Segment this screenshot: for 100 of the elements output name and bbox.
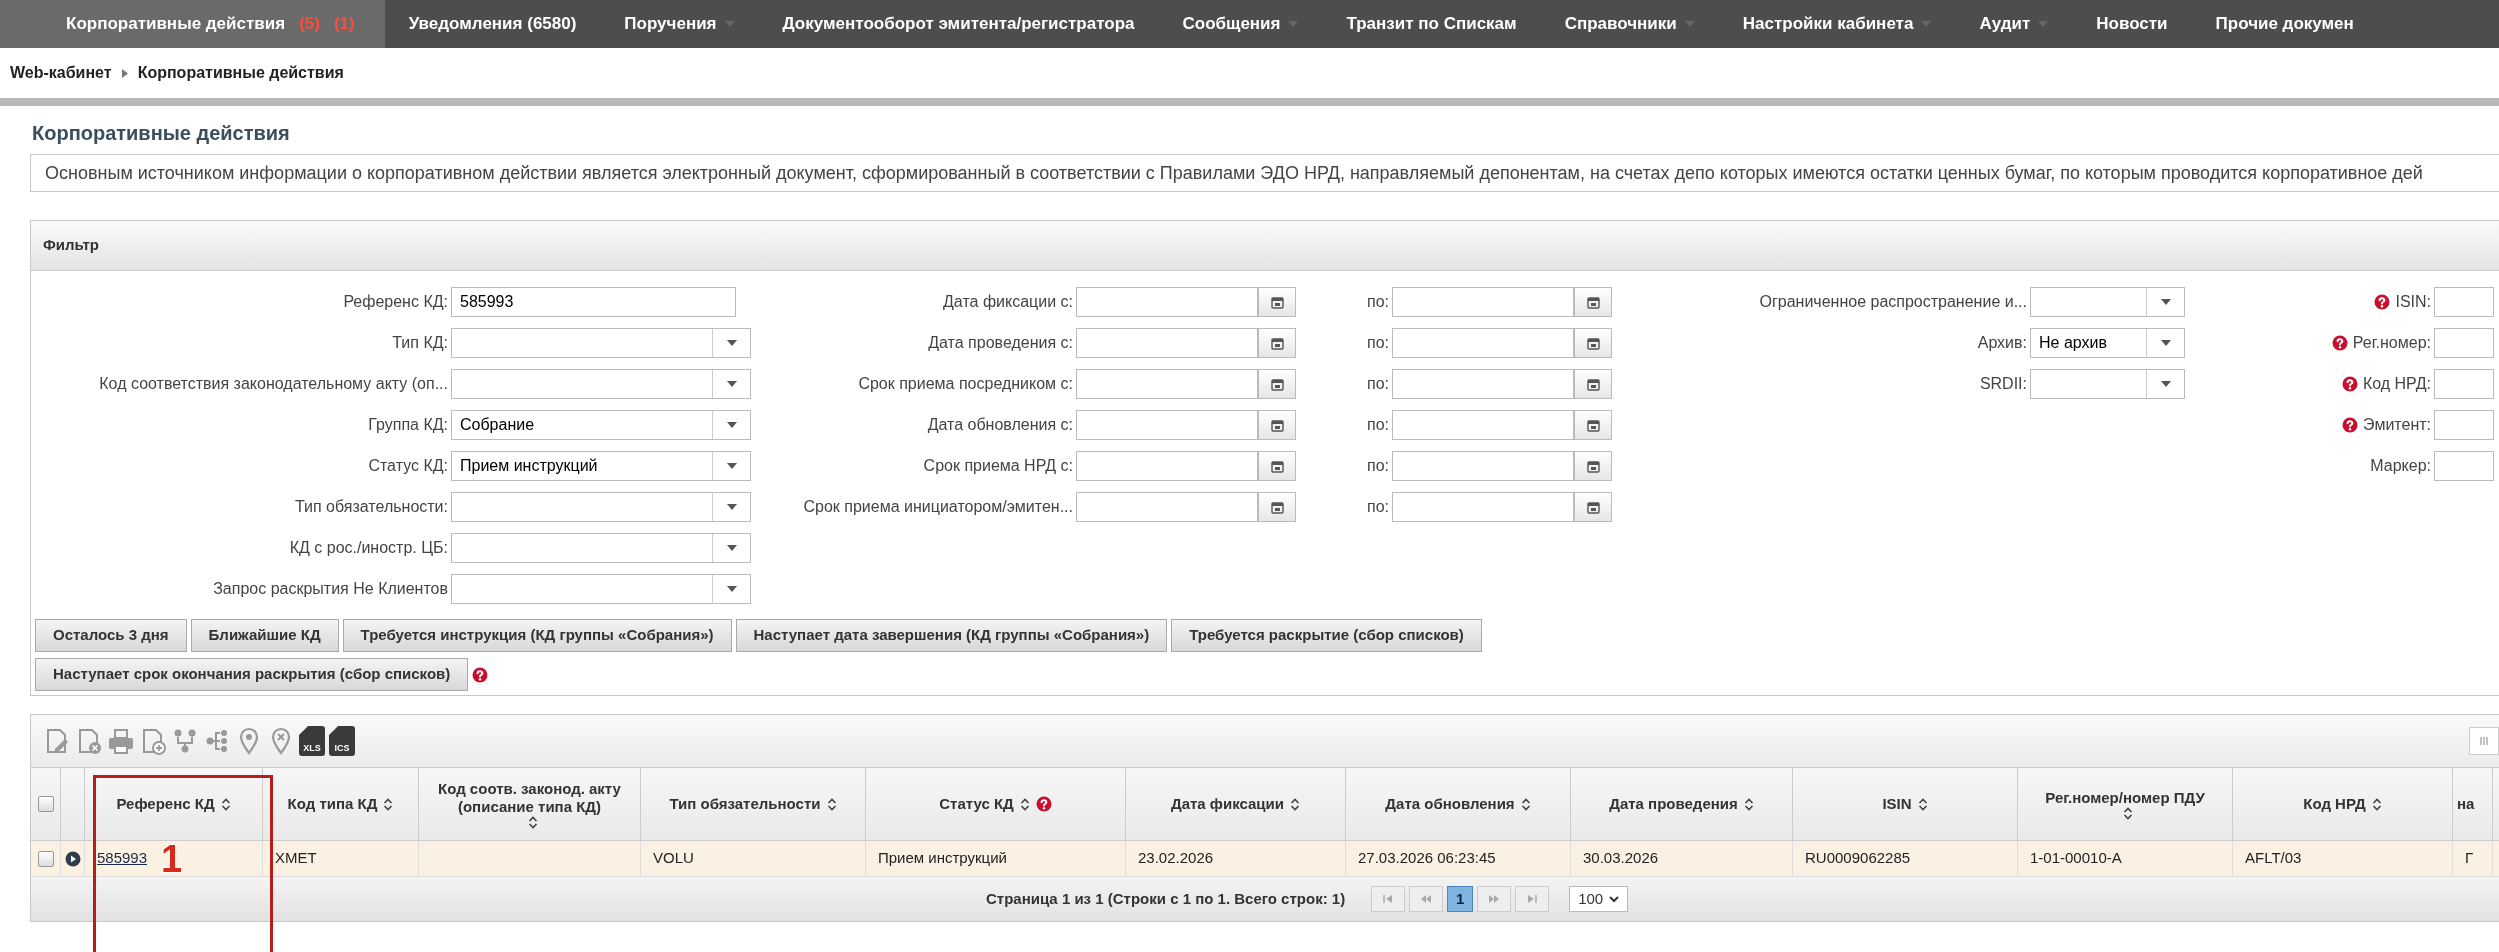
nav-item[interactable]: Сообщения bbox=[1158, 0, 1323, 48]
select-field[interactable] bbox=[451, 574, 751, 604]
input-field[interactable]: 585993 bbox=[451, 287, 736, 317]
nav-item[interactable]: Настройки кабинета bbox=[1718, 0, 1956, 48]
calendar-button[interactable] bbox=[1574, 287, 1612, 317]
nav-item[interactable]: Справочники bbox=[1540, 0, 1719, 48]
column-header[interactable]: Рег.номер/номер ПДУ bbox=[2018, 768, 2233, 840]
column-header[interactable]: ISIN bbox=[1793, 768, 2018, 840]
column-chooser-button[interactable] bbox=[2469, 727, 2499, 755]
column-header[interactable]: Тип обязательности bbox=[641, 768, 866, 840]
calendar-button[interactable] bbox=[1258, 369, 1296, 399]
filter-button[interactable]: Требуется инструкция (КД группы «Собрания») bbox=[342, 619, 732, 652]
input-field[interactable] bbox=[1076, 328, 1258, 358]
input-field[interactable] bbox=[1076, 369, 1258, 399]
select-field[interactable]: Собрание bbox=[451, 410, 751, 440]
help-icon[interactable] bbox=[1035, 796, 1052, 812]
nav-item[interactable]: Новости bbox=[2072, 0, 2192, 48]
column-header[interactable]: на bbox=[2453, 768, 2493, 840]
input-field[interactable] bbox=[2434, 369, 2494, 399]
filter-button[interactable]: Осталось 3 дня bbox=[35, 619, 187, 652]
help-icon[interactable] bbox=[2374, 294, 2391, 310]
column-header[interactable]: Код НРД bbox=[2233, 768, 2453, 840]
column-header[interactable]: Дата фиксации bbox=[1126, 768, 1346, 840]
input-field[interactable] bbox=[1392, 287, 1574, 317]
breadcrumb-link[interactable]: Корпоративные действия bbox=[137, 61, 344, 85]
expand-row-icon[interactable] bbox=[64, 850, 81, 867]
input-field[interactable] bbox=[2434, 410, 2494, 440]
input-field[interactable] bbox=[1392, 451, 1574, 481]
last-page-button[interactable] bbox=[1515, 886, 1550, 912]
checkbox[interactable] bbox=[37, 796, 54, 812]
nav-item[interactable]: Корпоративные действия (5) (1) bbox=[0, 0, 385, 48]
select-field[interactable] bbox=[2030, 287, 2185, 317]
select-field[interactable] bbox=[451, 492, 751, 522]
sort-icon[interactable] bbox=[220, 797, 231, 811]
input-field[interactable] bbox=[1076, 410, 1258, 440]
sort-icon[interactable] bbox=[1520, 797, 1531, 811]
table-row[interactable]: 585993 1 XMET VOLU Прием инструкций 23.02.2026 27.03.2026 06:23:45 30.03.2026 RU0009062285 1-01-00010-A AFLT/03 Г bbox=[31, 841, 2499, 877]
sort-icon[interactable] bbox=[383, 797, 394, 811]
previous-page-button[interactable] bbox=[1409, 886, 1444, 912]
column-header[interactable]: Код типа КД bbox=[263, 768, 419, 840]
column-header[interactable]: Референс КД bbox=[85, 768, 263, 840]
sort-icon[interactable] bbox=[2123, 806, 2133, 820]
page-button[interactable]: 1 bbox=[1447, 886, 1474, 912]
column-header[interactable]: Код соотв. законод. акту (описание типа КД) bbox=[419, 768, 641, 840]
nav-item[interactable]: Уведомления (6580) bbox=[384, 0, 601, 48]
column-header[interactable]: Статус КД bbox=[866, 768, 1126, 840]
file-export-button[interactable]: ICS bbox=[329, 726, 355, 756]
calendar-button[interactable] bbox=[1574, 492, 1612, 522]
nav-item[interactable]: Прочие докумен bbox=[2191, 0, 2378, 48]
input-field[interactable] bbox=[1076, 451, 1258, 481]
next-page-button[interactable] bbox=[1477, 886, 1512, 912]
filter-button[interactable]: Наступает срок окончания раскрытия (сбор списков) bbox=[35, 658, 469, 691]
help-icon[interactable] bbox=[2341, 376, 2358, 392]
select-field[interactable]: Прием инструкций bbox=[451, 451, 751, 481]
calendar-button[interactable] bbox=[1258, 287, 1296, 317]
calendar-button[interactable] bbox=[1258, 492, 1296, 522]
sort-icon[interactable] bbox=[1290, 797, 1301, 811]
calendar-button[interactable] bbox=[1574, 369, 1612, 399]
input-field[interactable] bbox=[1392, 328, 1574, 358]
filter-button[interactable]: Требуется раскрытие (сбор списков) bbox=[1171, 619, 1482, 652]
input-field[interactable] bbox=[1076, 492, 1258, 522]
input-field[interactable] bbox=[1392, 410, 1574, 440]
nav-item[interactable]: Аудит bbox=[1955, 0, 2073, 48]
sort-icon[interactable] bbox=[527, 815, 538, 829]
select-field[interactable] bbox=[451, 533, 751, 563]
filter-button[interactable]: Ближайшие КД bbox=[190, 619, 339, 652]
calendar-button[interactable] bbox=[1574, 451, 1612, 481]
breadcrumb-link[interactable]: Web-кабинет bbox=[10, 61, 112, 85]
checkbox[interactable] bbox=[37, 850, 54, 867]
sort-icon[interactable] bbox=[1917, 797, 1928, 811]
column-header[interactable]: Дата проведения bbox=[1571, 768, 1793, 840]
file-export-button[interactable]: XLS bbox=[299, 726, 325, 756]
calendar-button[interactable] bbox=[1574, 328, 1612, 358]
printer-icon[interactable] bbox=[107, 727, 135, 755]
sort-icon[interactable] bbox=[826, 797, 837, 811]
reference-link[interactable]: 585993 bbox=[97, 847, 148, 870]
input-field[interactable] bbox=[1076, 287, 1258, 317]
calendar-button[interactable] bbox=[1258, 410, 1296, 440]
input-field[interactable] bbox=[2434, 451, 2494, 481]
input-field[interactable] bbox=[2434, 287, 2494, 317]
column-header[interactable]: Дата обновления bbox=[1346, 768, 1571, 840]
input-field[interactable] bbox=[2434, 328, 2494, 358]
sort-icon[interactable] bbox=[1743, 797, 1754, 811]
calendar-button[interactable] bbox=[1574, 410, 1612, 440]
nav-item[interactable]: Поручения bbox=[600, 0, 759, 48]
select-field[interactable]: Не архив bbox=[2030, 328, 2185, 358]
help-icon[interactable] bbox=[2331, 335, 2348, 351]
first-page-button[interactable] bbox=[1371, 886, 1406, 912]
page-size-select[interactable]: 100 bbox=[1569, 886, 1629, 912]
help-icon[interactable] bbox=[2342, 417, 2359, 433]
nav-item[interactable]: Документооборот эмитента/регистратора bbox=[758, 0, 1159, 48]
input-field[interactable] bbox=[1392, 492, 1574, 522]
sort-icon[interactable] bbox=[1019, 797, 1030, 811]
help-icon[interactable] bbox=[472, 666, 489, 683]
select-field[interactable] bbox=[451, 328, 751, 358]
select-field[interactable] bbox=[2030, 369, 2185, 399]
calendar-button[interactable] bbox=[1258, 328, 1296, 358]
filter-button[interactable]: Наступает дата завершения (КД группы «Собрания») bbox=[735, 619, 1168, 652]
nav-item[interactable]: Транзит по Спискам bbox=[1322, 0, 1541, 48]
input-field[interactable] bbox=[1392, 369, 1574, 399]
